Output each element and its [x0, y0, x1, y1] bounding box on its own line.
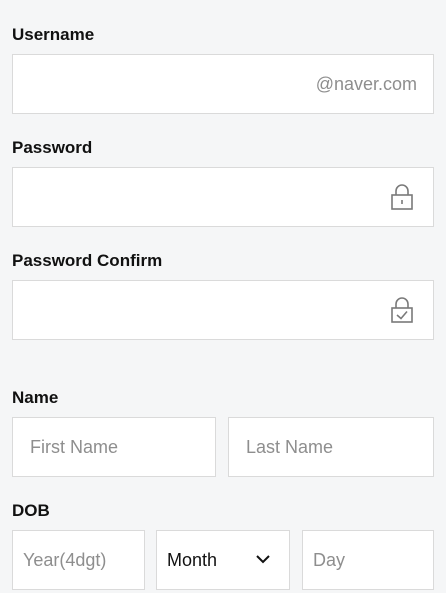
username-domain-suffix: @naver.com [315, 74, 417, 94]
password-label: Password [12, 138, 93, 157]
dob-year-placeholder: Year(4dgt) [23, 550, 107, 570]
dob-label: DOB [12, 501, 50, 520]
dob-day-placeholder: Day [313, 550, 346, 570]
lock-check-icon [391, 297, 413, 323]
first-name-field[interactable]: First Name [12, 417, 216, 477]
password-confirm-field[interactable] [12, 280, 434, 340]
name-label: Name [12, 388, 59, 407]
last-name-field[interactable]: Last Name [228, 417, 434, 477]
password-field[interactable] [12, 167, 434, 227]
dob-month-select[interactable]: Month [156, 530, 290, 590]
first-name-placeholder: First Name [30, 437, 119, 457]
password-confirm-label: Password Confirm [12, 251, 163, 270]
username-field[interactable]: @naver.com [12, 54, 434, 114]
signup-form: Username @naver.com Password Password Co… [0, 0, 446, 593]
dob-year-field[interactable]: Year(4dgt) [12, 530, 145, 590]
dob-day-field[interactable]: Day [302, 530, 434, 590]
last-name-placeholder: Last Name [246, 437, 334, 457]
chevron-down-icon [256, 555, 270, 564]
username-label: Username [12, 25, 95, 44]
dob-month-selected: Month [167, 550, 218, 570]
lock-icon [391, 184, 413, 210]
